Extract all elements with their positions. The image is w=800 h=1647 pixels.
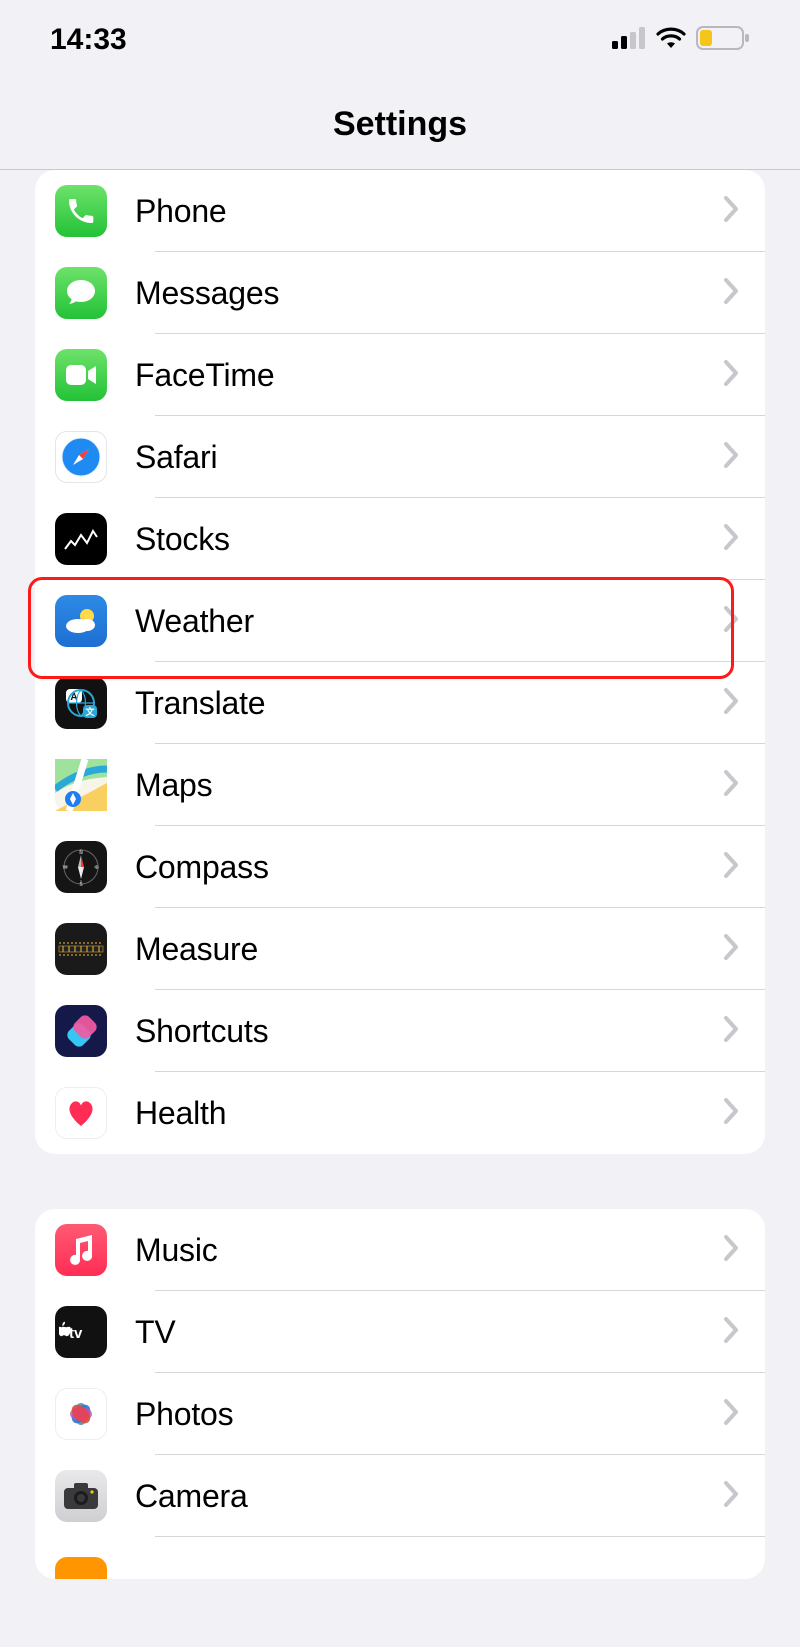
shortcuts-icon [55, 1005, 107, 1057]
row-label: Phone [135, 193, 723, 230]
settings-row-phone[interactable]: Phone [35, 170, 765, 252]
svg-text:S: S [79, 882, 83, 888]
battery-icon [696, 26, 750, 55]
health-icon [55, 1087, 107, 1139]
chevron-right-icon [723, 934, 739, 965]
row-label: Shortcuts [135, 1013, 723, 1050]
svg-text:W: W [63, 865, 68, 871]
row-label: Maps [135, 767, 723, 804]
row-label: Compass [135, 849, 723, 886]
chevron-right-icon [723, 1481, 739, 1512]
settings-row-health[interactable]: Health [35, 1072, 765, 1154]
chevron-right-icon [723, 1016, 739, 1047]
chevron-right-icon [723, 770, 739, 801]
chevron-right-icon [723, 688, 739, 719]
status-bar: 14:33 [0, 0, 800, 80]
row-label: Translate [135, 685, 723, 722]
chevron-right-icon [723, 442, 739, 473]
row-label: Stocks [135, 521, 723, 558]
chevron-right-icon [723, 278, 739, 309]
settings-row-shortcuts[interactable]: Shortcuts [35, 990, 765, 1072]
measure-icon [55, 923, 107, 975]
chevron-right-icon [723, 360, 739, 391]
settings-row-safari[interactable]: Safari [35, 416, 765, 498]
app-icon [55, 1557, 107, 1579]
settings-row-measure[interactable]: Measure [35, 908, 765, 990]
chevron-right-icon [723, 1235, 739, 1266]
safari-icon [55, 431, 107, 483]
photos-icon [55, 1388, 107, 1440]
row-label: TV [135, 1314, 723, 1351]
compass-icon: N S W E [55, 841, 107, 893]
nav-header: Settings [0, 80, 800, 170]
settings-row-translate[interactable]: A 文 Translate [35, 662, 765, 744]
chevron-right-icon [723, 1317, 739, 1348]
settings-row-camera[interactable]: Camera [35, 1455, 765, 1537]
row-label: Photos [135, 1396, 723, 1433]
wifi-icon [656, 27, 686, 54]
row-label: Health [135, 1095, 723, 1132]
settings-row-maps[interactable]: Maps [35, 744, 765, 826]
settings-row-weather[interactable]: Weather [35, 580, 765, 662]
chevron-right-icon [723, 1399, 739, 1430]
row-label: Music [135, 1232, 723, 1269]
messages-icon [55, 267, 107, 319]
status-time: 14:33 [50, 23, 127, 57]
row-label: Weather [135, 603, 723, 640]
cellular-signal-icon [612, 27, 646, 54]
settings-row-facetime[interactable]: FaceTime [35, 334, 765, 416]
svg-text:E: E [95, 865, 99, 871]
translate-icon: A 文 [55, 677, 107, 729]
row-label: Safari [135, 439, 723, 476]
settings-row-photos[interactable]: Photos [35, 1373, 765, 1455]
settings-group: Phone Messages FaceTime [35, 170, 765, 1154]
svg-text:文: 文 [84, 706, 95, 717]
chevron-right-icon [723, 606, 739, 637]
settings-list: Phone Messages FaceTime [0, 170, 800, 1579]
chevron-right-icon [723, 852, 739, 883]
status-indicators [612, 26, 750, 55]
chevron-right-icon [723, 196, 739, 227]
camera-icon [55, 1470, 107, 1522]
settings-row-tv[interactable]: tv TV [35, 1291, 765, 1373]
row-label: Camera [135, 1478, 723, 1515]
phone-icon [55, 185, 107, 237]
settings-row-stocks[interactable]: Stocks [35, 498, 765, 580]
chevron-right-icon [723, 524, 739, 555]
settings-row-compass[interactable]: N S W E Compass [35, 826, 765, 908]
weather-icon [55, 595, 107, 647]
settings-group: Music tv TV [35, 1209, 765, 1579]
maps-icon [55, 759, 107, 811]
tv-icon: tv [55, 1306, 107, 1358]
chevron-right-icon [723, 1098, 739, 1129]
stocks-icon [55, 513, 107, 565]
settings-row-messages[interactable]: Messages [35, 252, 765, 334]
svg-text:tv: tv [69, 1325, 83, 1342]
settings-row-partial[interactable] [35, 1537, 765, 1579]
facetime-icon [55, 349, 107, 401]
svg-text:N: N [79, 850, 83, 856]
row-label: Measure [135, 931, 723, 968]
music-icon [55, 1224, 107, 1276]
settings-row-music[interactable]: Music [35, 1209, 765, 1291]
row-label: Messages [135, 275, 723, 312]
page-title: Settings [333, 105, 467, 144]
row-label: FaceTime [135, 357, 723, 394]
